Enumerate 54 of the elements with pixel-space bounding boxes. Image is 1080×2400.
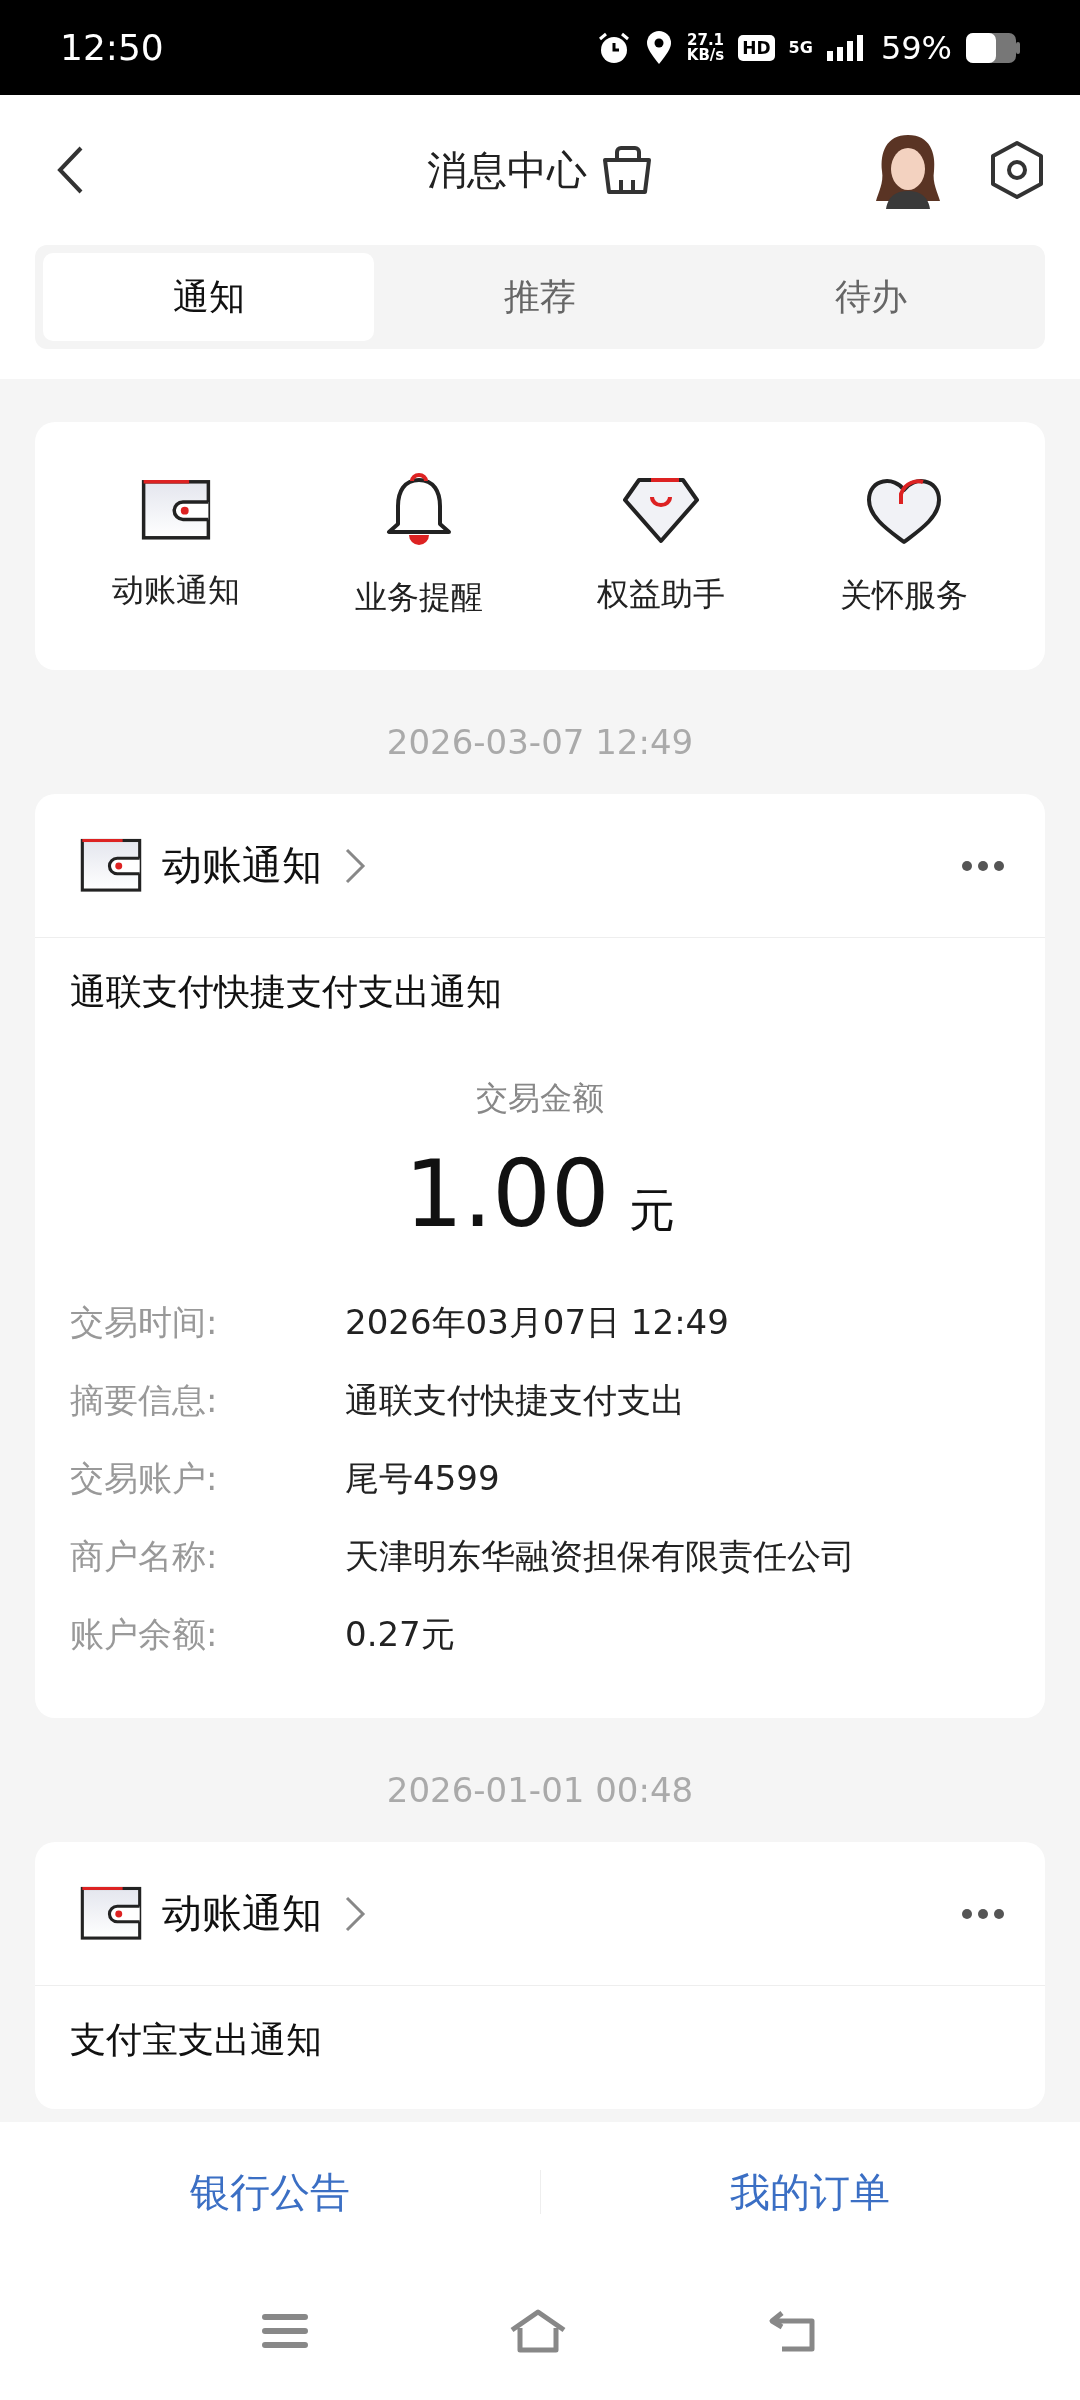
quick-link[interactable]: 动账通知 [76, 478, 277, 614]
diamond-icon [621, 475, 702, 545]
wallet-icon [141, 479, 212, 541]
battery-icon [966, 32, 1020, 63]
category-link[interactable]: 动账通知 [162, 1886, 366, 1941]
hd-badge: HD [738, 34, 775, 61]
more-icon[interactable] [961, 1907, 1005, 1920]
field-value: 通联支付快捷支付支出 [345, 1379, 685, 1422]
tab[interactable]: 通知 [43, 253, 375, 341]
return-icon [768, 2309, 818, 2353]
quick-link[interactable]: 关怀服务 [803, 473, 1004, 619]
field-label: 商户名称: [70, 1535, 219, 1578]
settings-icon[interactable] [989, 140, 1045, 200]
amount-label: 交易金额 [475, 1078, 605, 1119]
notice-title: 支付宝支出通知 [70, 2018, 323, 2062]
page-title: 消息中心 [427, 145, 587, 195]
quick-link[interactable]: 业务提醒 [318, 471, 519, 621]
wallet-icon [80, 838, 142, 893]
chevron-right-icon [344, 846, 366, 885]
field-value: 天津明东华融资担保有限责任公司 [345, 1535, 855, 1578]
amount-value: 1.00 [404, 1141, 610, 1248]
field-label: 交易账户: [70, 1457, 219, 1500]
alarm-icon [596, 30, 631, 65]
field-label: 交易时间: [70, 1301, 219, 1344]
date-label: 2026-01-01 00:48 [386, 1770, 694, 1810]
field-label: 账户余额: [70, 1613, 219, 1656]
home-button[interactable] [508, 2308, 568, 2354]
net-speed: 27.1 [687, 32, 725, 48]
chevron-right-icon [344, 1894, 366, 1933]
battery-level: 59% [880, 28, 952, 67]
footer-link[interactable]: 银行公告 [0, 2163, 540, 2221]
quick-link[interactable]: 权益助手 [561, 474, 762, 618]
more-icon[interactable] [961, 859, 1005, 872]
wallet-icon [80, 1886, 142, 1941]
field-value: 2026年03月07日 12:49 [345, 1301, 729, 1344]
back-icon[interactable] [55, 145, 85, 195]
category-link[interactable]: 动账通知 [162, 838, 366, 893]
field-value: 0.27元 [345, 1613, 455, 1656]
field-label: 摘要信息: [70, 1379, 219, 1422]
location-icon [644, 29, 673, 66]
home-icon [508, 2308, 568, 2354]
date-label: 2026-03-07 12:49 [386, 722, 694, 762]
menu-button[interactable] [262, 2313, 308, 2349]
tab[interactable]: 待办 [705, 253, 1037, 341]
status-time: 12:50 [60, 27, 164, 68]
back-button[interactable] [768, 2309, 818, 2353]
field-value: 尾号4599 [345, 1457, 500, 1500]
amount-unit: 元 [629, 1182, 676, 1239]
network-type: 5G [788, 38, 813, 57]
footer-link[interactable]: 我的订单 [540, 2163, 1080, 2221]
tab[interactable]: 推荐 [374, 253, 706, 341]
menu-icon [262, 2313, 308, 2349]
net-speed-unit: KB/s [686, 47, 725, 63]
notice-title: 通联支付快捷支付支出通知 [70, 970, 503, 1014]
